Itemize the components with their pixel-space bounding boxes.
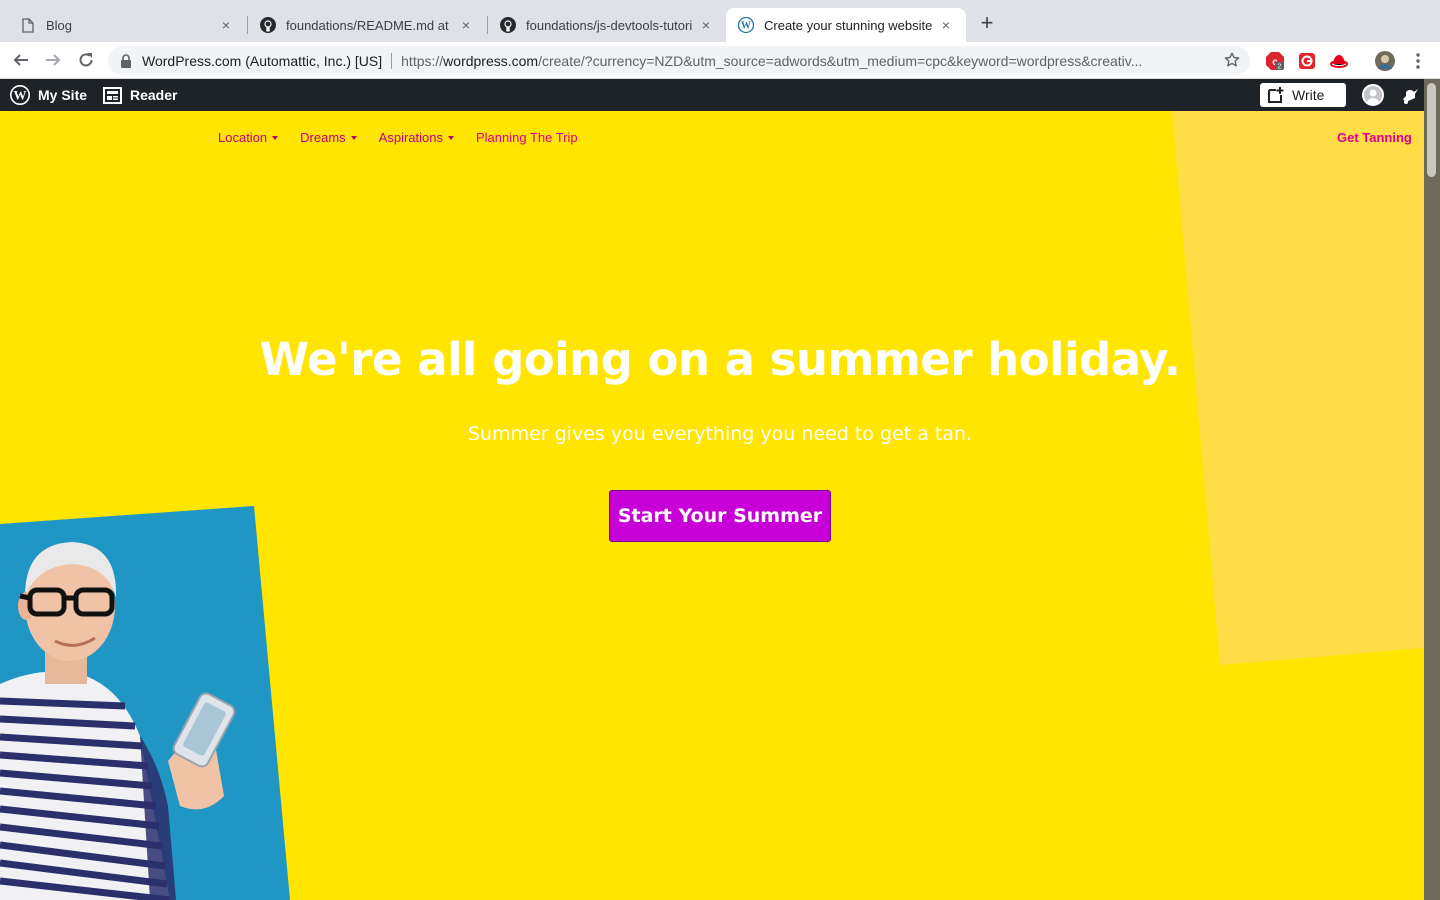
get-tanning-link[interactable]: Get Tanning [1337,130,1412,145]
kebab-menu-icon [1416,53,1420,69]
write-label: Write [1292,87,1325,103]
wordpress-icon: W [10,85,30,105]
extension-adblock[interactable]: c2 [1265,51,1285,71]
wp-admin-bar: W My Site Reader [0,79,1440,111]
tab-strip: Blog × foundations/README.md at ma × fou… [0,0,1440,42]
url-path: /create/?currency=NZD&utm_source=adwords… [538,52,1143,69]
tab-title: foundations/js-devtools-tutoria [526,17,692,33]
user-icon [1366,89,1380,104]
forward-button[interactable] [42,49,64,71]
nav-item-planning-the-trip[interactable]: Planning The Trip [476,130,578,145]
hero-title: We're all going on a summer holiday. [259,333,1181,386]
my-site-link[interactable]: W My Site [10,79,87,111]
address-bar[interactable]: WordPress.com (Automattic, Inc.) [US] ht… [108,46,1250,75]
close-icon[interactable]: × [698,17,714,33]
new-tab-button[interactable]: + [976,12,998,34]
notifications-button[interactable] [1400,85,1420,105]
tab-title: Create your stunning website o [764,17,932,33]
close-icon[interactable]: × [458,17,474,33]
back-button[interactable] [10,49,32,71]
write-button[interactable]: Write [1260,83,1346,107]
tab-devtools-tutorial[interactable]: foundations/js-devtools-tutoria × [488,8,726,42]
hero-photo-man-with-phone [0,506,290,900]
start-your-summer-button[interactable]: Start Your Summer [609,490,831,542]
caret-down-icon [272,135,279,140]
arrow-right-icon [46,54,61,66]
tab-blog[interactable]: Blog × [8,8,246,42]
svg-text:W: W [741,21,751,32]
bell-icon [1403,89,1418,104]
reader-label: Reader [130,87,178,103]
nav-label: Planning The Trip [475,130,578,145]
reload-button[interactable] [75,49,97,71]
vertical-scrollbar[interactable] [1424,79,1440,900]
g-badge-icon [1299,53,1315,69]
nav-item-aspirations[interactable]: Aspirations [379,130,454,145]
site-identity[interactable]: WordPress.com (Automattic, Inc.) [US] [142,53,382,69]
wordpress-icon: W [738,17,754,33]
svg-text:2: 2 [1278,64,1282,71]
caret-down-icon [350,135,357,140]
site-navigation: Location Dreams Aspirations Planning The… [218,130,600,145]
reader-link[interactable]: Reader [102,79,177,111]
new-post-icon [1268,87,1284,103]
lock-icon [121,53,131,68]
reader-icon [102,85,122,105]
nav-item-location[interactable]: Location [218,130,279,145]
close-icon[interactable]: × [218,17,234,33]
nav-label: Location [218,130,268,145]
user-photo-icon [1375,51,1395,71]
red-hat-icon [1330,55,1348,68]
github-icon [260,17,276,33]
close-icon[interactable]: × [938,17,954,33]
url-host: wordpress.com [443,52,539,69]
nav-label: Aspirations [378,130,443,145]
github-icon [500,17,516,33]
tab-title: Blog [46,17,73,33]
user-avatar[interactable] [1362,84,1384,106]
bookmark-star-icon[interactable] [1224,52,1240,68]
hero-subtitle: Summer gives you everything you need to … [467,423,973,445]
stop-sign-icon: c2 [1266,52,1284,71]
menu-button[interactable] [1408,51,1428,71]
url-scheme: https:// [401,52,444,69]
arrow-left-icon [13,54,28,66]
extension-grammarly[interactable] [1297,51,1317,71]
caret-down-icon [447,135,454,140]
nav-label: Dreams [300,130,346,145]
document-icon [20,17,36,33]
svg-text:W: W [14,88,27,103]
scrollbar-thumb[interactable] [1427,83,1436,177]
tab-title: foundations/README.md at ma [286,17,452,33]
my-site-label: My Site [38,87,88,103]
tab-readme[interactable]: foundations/README.md at ma × [248,8,486,42]
site-page: Location Dreams Aspirations Planning The… [0,111,1424,900]
omnibox-divider [391,52,393,69]
reload-icon [79,53,93,67]
profile-avatar[interactable] [1375,51,1395,71]
nav-item-dreams[interactable]: Dreams [300,130,357,145]
browser-toolbar: WordPress.com (Automattic, Inc.) [US] ht… [0,42,1440,79]
tab-wordpress-create[interactable]: W Create your stunning website o × [726,8,966,42]
extension-redhat[interactable] [1329,51,1349,71]
